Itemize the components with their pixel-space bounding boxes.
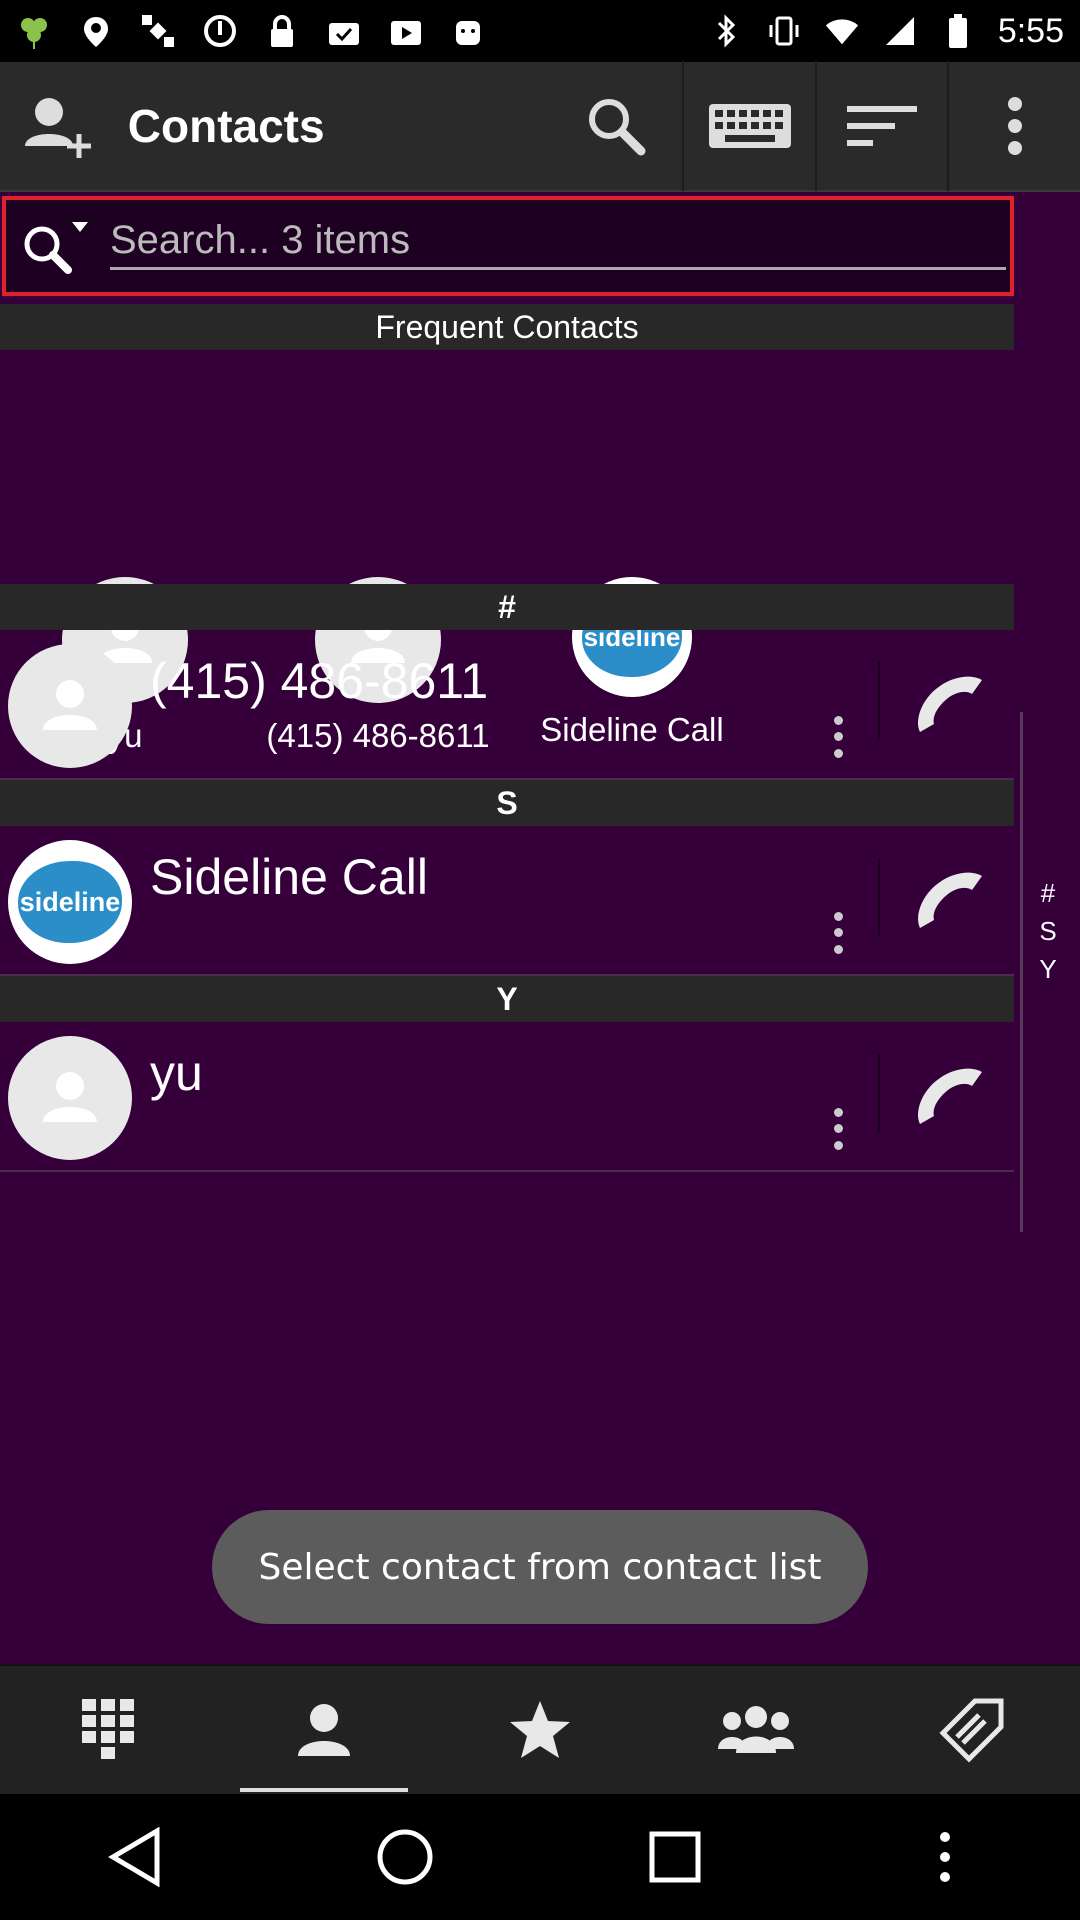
bluetooth-icon xyxy=(708,13,744,49)
notification-icons xyxy=(16,13,486,49)
divider xyxy=(878,858,880,936)
home-icon xyxy=(377,1829,433,1885)
signal-icon xyxy=(882,13,918,49)
index-letter[interactable]: # xyxy=(1030,878,1066,909)
overflow-menu-button[interactable] xyxy=(947,61,1080,191)
star-icon xyxy=(510,1701,570,1758)
action-bar: Contacts xyxy=(0,61,1080,192)
menu-button[interactable] xyxy=(900,1812,990,1902)
contact-row[interactable]: yu xyxy=(0,1022,1014,1172)
system-icons: 5:55 xyxy=(708,12,1064,51)
contact-name: Sideline Call xyxy=(150,849,428,905)
search-button[interactable] xyxy=(550,61,683,191)
navigation-bar xyxy=(0,1794,1080,1920)
divider xyxy=(878,1054,880,1132)
call-button[interactable] xyxy=(900,1052,1000,1142)
tag-pencil-icon xyxy=(939,1698,1004,1763)
call-button[interactable] xyxy=(900,856,1000,946)
person-icon xyxy=(298,1704,350,1756)
status-bar: 5:55 xyxy=(0,0,1080,62)
sort-button[interactable] xyxy=(814,61,948,191)
home-button[interactable] xyxy=(360,1812,450,1902)
phone-icon xyxy=(918,676,982,732)
wifi-icon xyxy=(824,13,860,49)
tab-groups[interactable] xyxy=(648,1666,864,1794)
recents-icon xyxy=(649,1831,701,1883)
tab-notes[interactable] xyxy=(864,1666,1080,1794)
lock-icon xyxy=(264,13,300,49)
group-icon xyxy=(718,1706,794,1753)
add-contact-button[interactable] xyxy=(0,61,118,191)
contact-row[interactable]: (415) 486-8611 xyxy=(0,630,1014,780)
search-dropdown-icon xyxy=(24,222,88,274)
vibrate-icon xyxy=(766,13,802,49)
section-header: # xyxy=(0,584,1014,630)
add-person-icon xyxy=(24,98,91,158)
toast-message: Select contact from contact list xyxy=(212,1510,868,1624)
contact-name: yu xyxy=(150,1045,203,1101)
contact-row[interactable]: sideline Sideline Call xyxy=(0,826,1014,976)
phone-icon xyxy=(918,872,982,928)
tab-dialpad[interactable] xyxy=(0,1666,216,1794)
dialpad-icon xyxy=(82,1699,134,1759)
recents-button[interactable] xyxy=(630,1812,720,1902)
contact-more-button[interactable] xyxy=(820,908,856,958)
frequent-contacts-header: Frequent Contacts xyxy=(0,304,1014,350)
keyboard-icon xyxy=(708,104,791,148)
fake-gps-icon xyxy=(78,13,114,49)
person-avatar-icon xyxy=(8,1036,132,1160)
search-icon xyxy=(589,99,646,156)
tab-favorites[interactable] xyxy=(432,1666,648,1794)
bottom-tab-bar xyxy=(0,1664,1080,1794)
keyboard-button[interactable] xyxy=(682,61,815,191)
overflow-menu-icon xyxy=(940,1832,950,1882)
index-letter[interactable]: S xyxy=(1030,916,1066,947)
overflow-menu-icon xyxy=(1007,97,1022,155)
index-scrollbar[interactable] xyxy=(1020,712,1023,1232)
android-icon xyxy=(450,13,486,49)
page-title: Contacts xyxy=(127,100,325,152)
search-filter-button[interactable] xyxy=(6,201,106,291)
satellite-icon xyxy=(140,13,176,49)
tab-contacts[interactable] xyxy=(216,1666,432,1794)
sync-icon xyxy=(202,13,238,49)
section-header: Y xyxy=(0,976,1014,1022)
call-button[interactable] xyxy=(900,660,1000,750)
person-avatar-icon xyxy=(8,644,132,768)
sort-icon xyxy=(847,106,918,146)
contact-name: (415) 486-8611 xyxy=(150,653,489,709)
back-icon xyxy=(108,1827,160,1887)
contact-more-button[interactable] xyxy=(820,1104,856,1154)
back-button[interactable] xyxy=(90,1812,180,1902)
contacts-panel: Frequent Contacts yu (415) 486-8611 side… xyxy=(0,192,1080,1664)
index-letter[interactable]: Y xyxy=(1030,954,1066,985)
search-input[interactable] xyxy=(110,214,1006,270)
contact-more-button[interactable] xyxy=(820,712,856,762)
section-header: S xyxy=(0,780,1014,826)
phone-icon xyxy=(918,1068,982,1124)
clock: 5:55 xyxy=(997,11,1064,50)
search-bar xyxy=(2,196,1014,296)
clover-icon xyxy=(16,13,52,49)
divider xyxy=(878,662,880,740)
battery-icon xyxy=(940,13,976,49)
sideline-logo-icon: sideline xyxy=(8,840,132,964)
play-store-icon xyxy=(388,13,424,49)
briefcase-check-icon xyxy=(326,13,362,49)
